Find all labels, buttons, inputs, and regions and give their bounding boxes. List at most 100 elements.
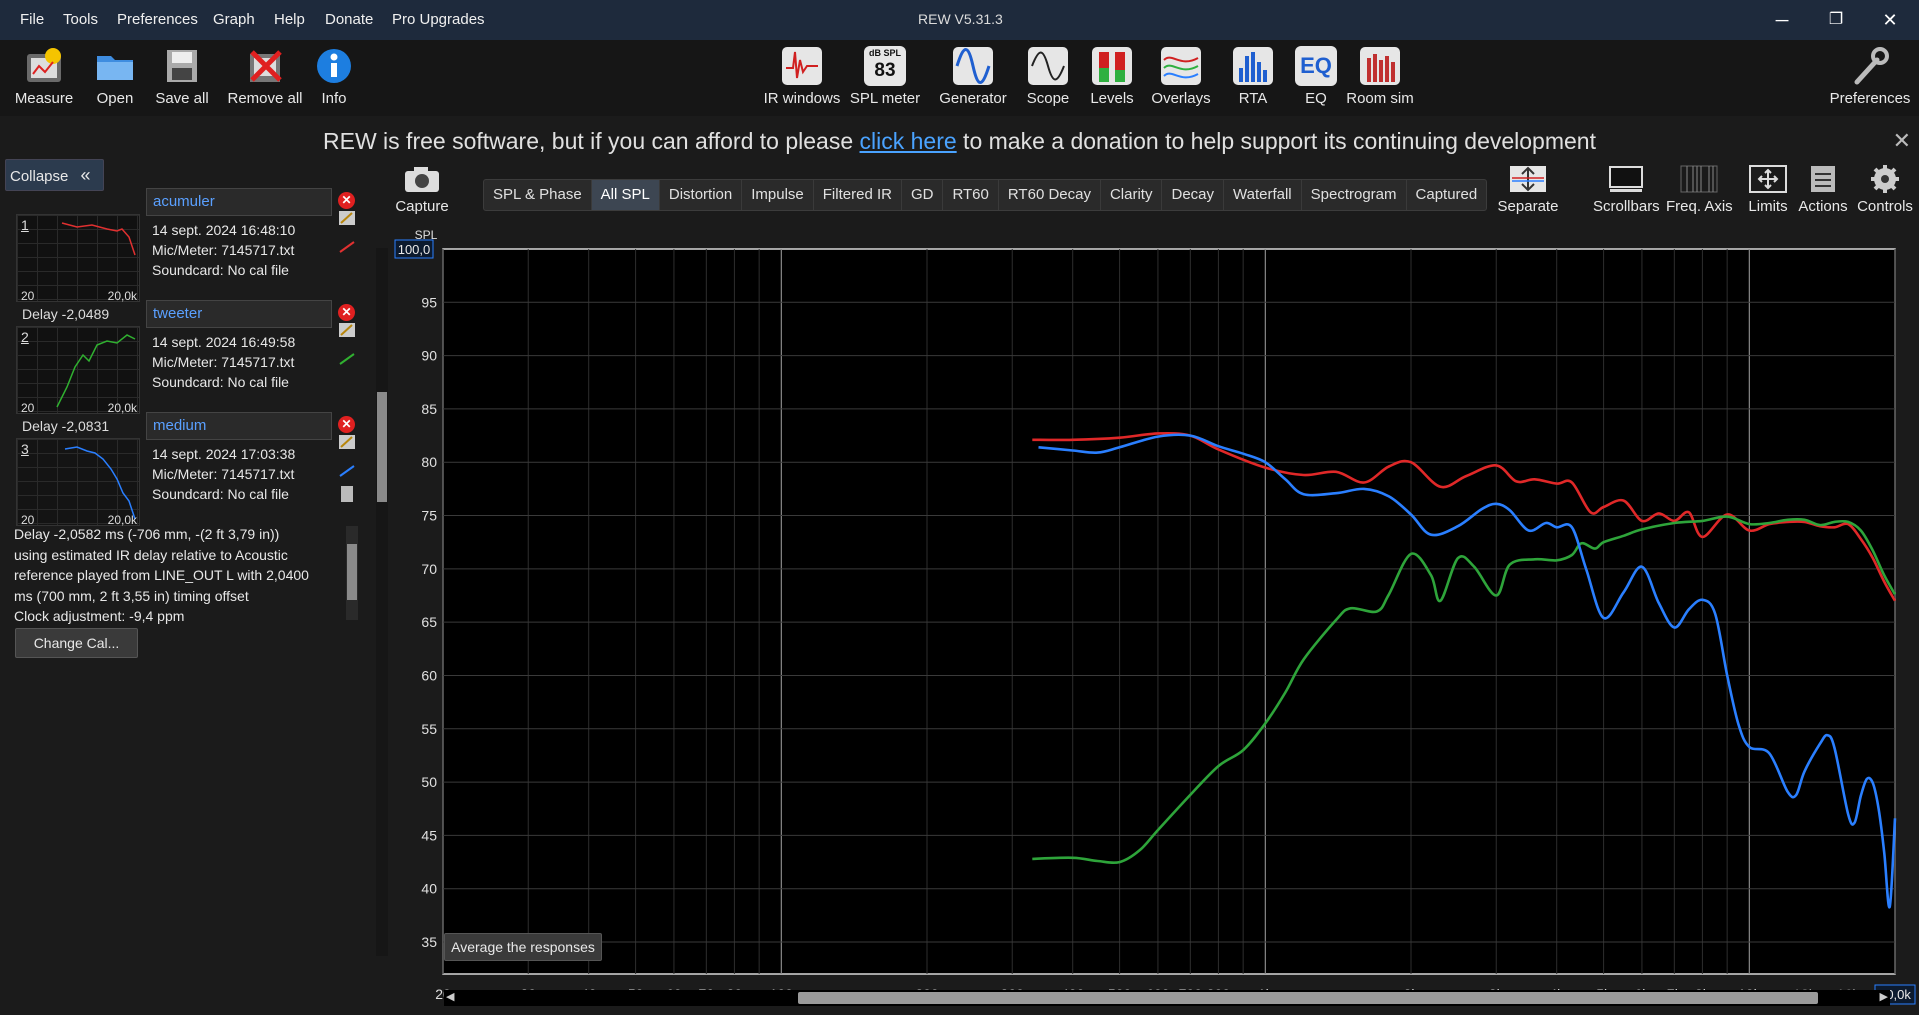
- donate-text-before: REW is free software, but if you can aff…: [323, 128, 860, 154]
- measurement-thumbnail: 2 20 20,0k: [16, 326, 140, 415]
- preferences-button[interactable]: Preferences: [1825, 46, 1915, 107]
- menu-tools[interactable]: Tools: [63, 11, 98, 28]
- menu-help[interactable]: Help: [274, 11, 305, 28]
- scrollbars-button[interactable]: Scrollbars: [1593, 164, 1660, 215]
- save-icon: [167, 50, 197, 82]
- y-tick-label: 55: [421, 721, 437, 737]
- trace-color-icon[interactable]: [338, 350, 356, 366]
- tab-rt60[interactable]: RT60: [943, 180, 999, 210]
- tab-spectrogram[interactable]: Spectrogram: [1302, 180, 1407, 210]
- y-tick-label: 45: [421, 827, 437, 843]
- measurement-soundcard: Soundcard: No cal file: [152, 262, 289, 278]
- document-icon[interactable]: [338, 486, 356, 502]
- tab-clarity[interactable]: Clarity: [1101, 180, 1163, 210]
- tab-gd[interactable]: GD: [902, 180, 944, 210]
- menu-pro-upgrades[interactable]: Pro Upgrades: [392, 11, 485, 28]
- y-tick-label: 50: [421, 774, 437, 790]
- tab-distortion[interactable]: Distortion: [660, 180, 743, 210]
- actions-icon: [1811, 166, 1835, 192]
- title-bar: File Tools Preferences Graph Help Donate…: [0, 0, 1919, 40]
- scroll-right-icon[interactable]: ▶: [1880, 990, 1888, 1003]
- y-tick-label: 65: [421, 614, 437, 630]
- average-responses-button[interactable]: Average the responses: [444, 933, 602, 961]
- minimize-button[interactable]: ─: [1760, 6, 1804, 34]
- tab-waterfall[interactable]: Waterfall: [1224, 180, 1302, 210]
- limits-button[interactable]: Limits: [1743, 164, 1793, 215]
- info-button[interactable]: Info: [294, 46, 374, 107]
- y-tick-label: 60: [421, 667, 437, 683]
- measurements-scrollbar[interactable]: [376, 248, 388, 956]
- measurement-item[interactable]: 3 20 20,0k medium ✕ 14 sept. 2024 17:03:…: [8, 412, 366, 527]
- ir-windows-button[interactable]: IR windows: [762, 46, 842, 107]
- room-sim-icon: [1360, 47, 1400, 85]
- horizontal-scrollbar[interactable]: ◀ ▶: [444, 990, 1890, 1006]
- separate-button[interactable]: Separate: [1497, 164, 1559, 215]
- measurement-date: 14 sept. 2024 17:03:38: [152, 446, 296, 462]
- tab-all-spl[interactable]: All SPL: [591, 180, 660, 210]
- freq-axis-button[interactable]: Freq. Axis: [1666, 164, 1733, 215]
- y-tick-label: 90: [421, 348, 437, 364]
- menu-file[interactable]: File: [20, 11, 44, 28]
- edit-notes-icon[interactable]: [338, 322, 356, 338]
- y-tick-label: 85: [421, 401, 437, 417]
- measurement-soundcard: Soundcard: No cal file: [152, 486, 289, 502]
- y-max-label[interactable]: 100,0: [398, 242, 431, 257]
- donate-link[interactable]: click here: [860, 128, 957, 154]
- spl-graph[interactable]: 35404550556065707580859095100,0SPL203040…: [390, 228, 1919, 1011]
- controls-button[interactable]: Controls: [1855, 164, 1915, 215]
- menu-graph[interactable]: Graph: [213, 11, 255, 28]
- menu-donate[interactable]: Donate: [325, 11, 373, 28]
- close-banner-icon[interactable]: ✕: [1893, 128, 1911, 154]
- measurement-date: 14 sept. 2024 16:49:58: [152, 334, 296, 350]
- scroll-thumb[interactable]: [798, 992, 1818, 1004]
- change-cal-button[interactable]: Change Cal...: [15, 628, 138, 658]
- capture-button[interactable]: Capture: [392, 164, 452, 215]
- generator-button[interactable]: Generator: [933, 46, 1013, 107]
- rta-icon: [1233, 47, 1273, 85]
- measure-button[interactable]: Measure: [4, 46, 84, 107]
- tab-impulse[interactable]: Impulse: [742, 180, 814, 210]
- spl-chart[interactable]: 35404550556065707580859095100,0SPL203040…: [390, 228, 1919, 1011]
- room-sim-button[interactable]: Room sim: [1340, 46, 1420, 107]
- folder-icon: [97, 56, 133, 80]
- trace-color-icon[interactable]: [338, 238, 356, 254]
- trace-color-icon[interactable]: [338, 462, 356, 478]
- tab-captured[interactable]: Captured: [1407, 180, 1487, 210]
- edit-notes-icon[interactable]: [338, 210, 356, 226]
- delete-measurement-icon[interactable]: ✕: [338, 416, 355, 433]
- plot-area[interactable]: [442, 248, 1896, 975]
- spl-meter-button[interactable]: dB SPL 83 SPL meter: [845, 46, 925, 107]
- separate-icon: [1510, 166, 1546, 192]
- tab-filtered-ir[interactable]: Filtered IR: [814, 180, 902, 210]
- y-tick-label: 35: [421, 934, 437, 950]
- edit-notes-icon[interactable]: [338, 434, 356, 450]
- tab-spl-phase[interactable]: SPL & Phase: [484, 180, 592, 210]
- measurement-name-field[interactable]: tweeter: [146, 300, 332, 328]
- tab-rt60-decay[interactable]: RT60 Decay: [999, 180, 1101, 210]
- overlays-button[interactable]: Overlays: [1141, 46, 1221, 107]
- actions-button[interactable]: Actions: [1795, 164, 1851, 215]
- close-button[interactable]: ✕: [1868, 6, 1912, 34]
- measurement-name-field[interactable]: acumuler: [146, 188, 332, 216]
- save-all-button[interactable]: Save all: [142, 46, 222, 107]
- delete-measurement-icon[interactable]: ✕: [338, 192, 355, 209]
- info-scrollbar[interactable]: [346, 526, 358, 620]
- measurement-thumbnail: 3 20 20,0k: [16, 438, 140, 527]
- levels-button[interactable]: Levels: [1072, 46, 1152, 107]
- spl-meter-icon: dB SPL 83: [864, 46, 906, 86]
- tab-decay[interactable]: Decay: [1162, 180, 1225, 210]
- collapse-button[interactable]: Collapse «: [5, 159, 104, 191]
- maximize-button[interactable]: ❐: [1814, 6, 1858, 34]
- menu-preferences[interactable]: Preferences: [117, 11, 198, 28]
- double-chevron-left-icon: «: [80, 165, 91, 185]
- scrollbars-icon: [1609, 166, 1643, 192]
- scroll-left-icon[interactable]: ◀: [446, 990, 454, 1003]
- remove-all-button[interactable]: Remove all: [225, 46, 305, 107]
- measurement-name-field[interactable]: medium: [146, 412, 332, 440]
- measurement-mic: Mic/Meter: 7145717.txt: [152, 354, 295, 370]
- ir-windows-icon: [782, 47, 822, 85]
- delete-measurement-icon[interactable]: ✕: [338, 304, 355, 321]
- measurement-soundcard: Soundcard: No cal file: [152, 374, 289, 390]
- measurement-date: 14 sept. 2024 16:48:10: [152, 222, 296, 238]
- overlays-icon: [1161, 47, 1201, 85]
